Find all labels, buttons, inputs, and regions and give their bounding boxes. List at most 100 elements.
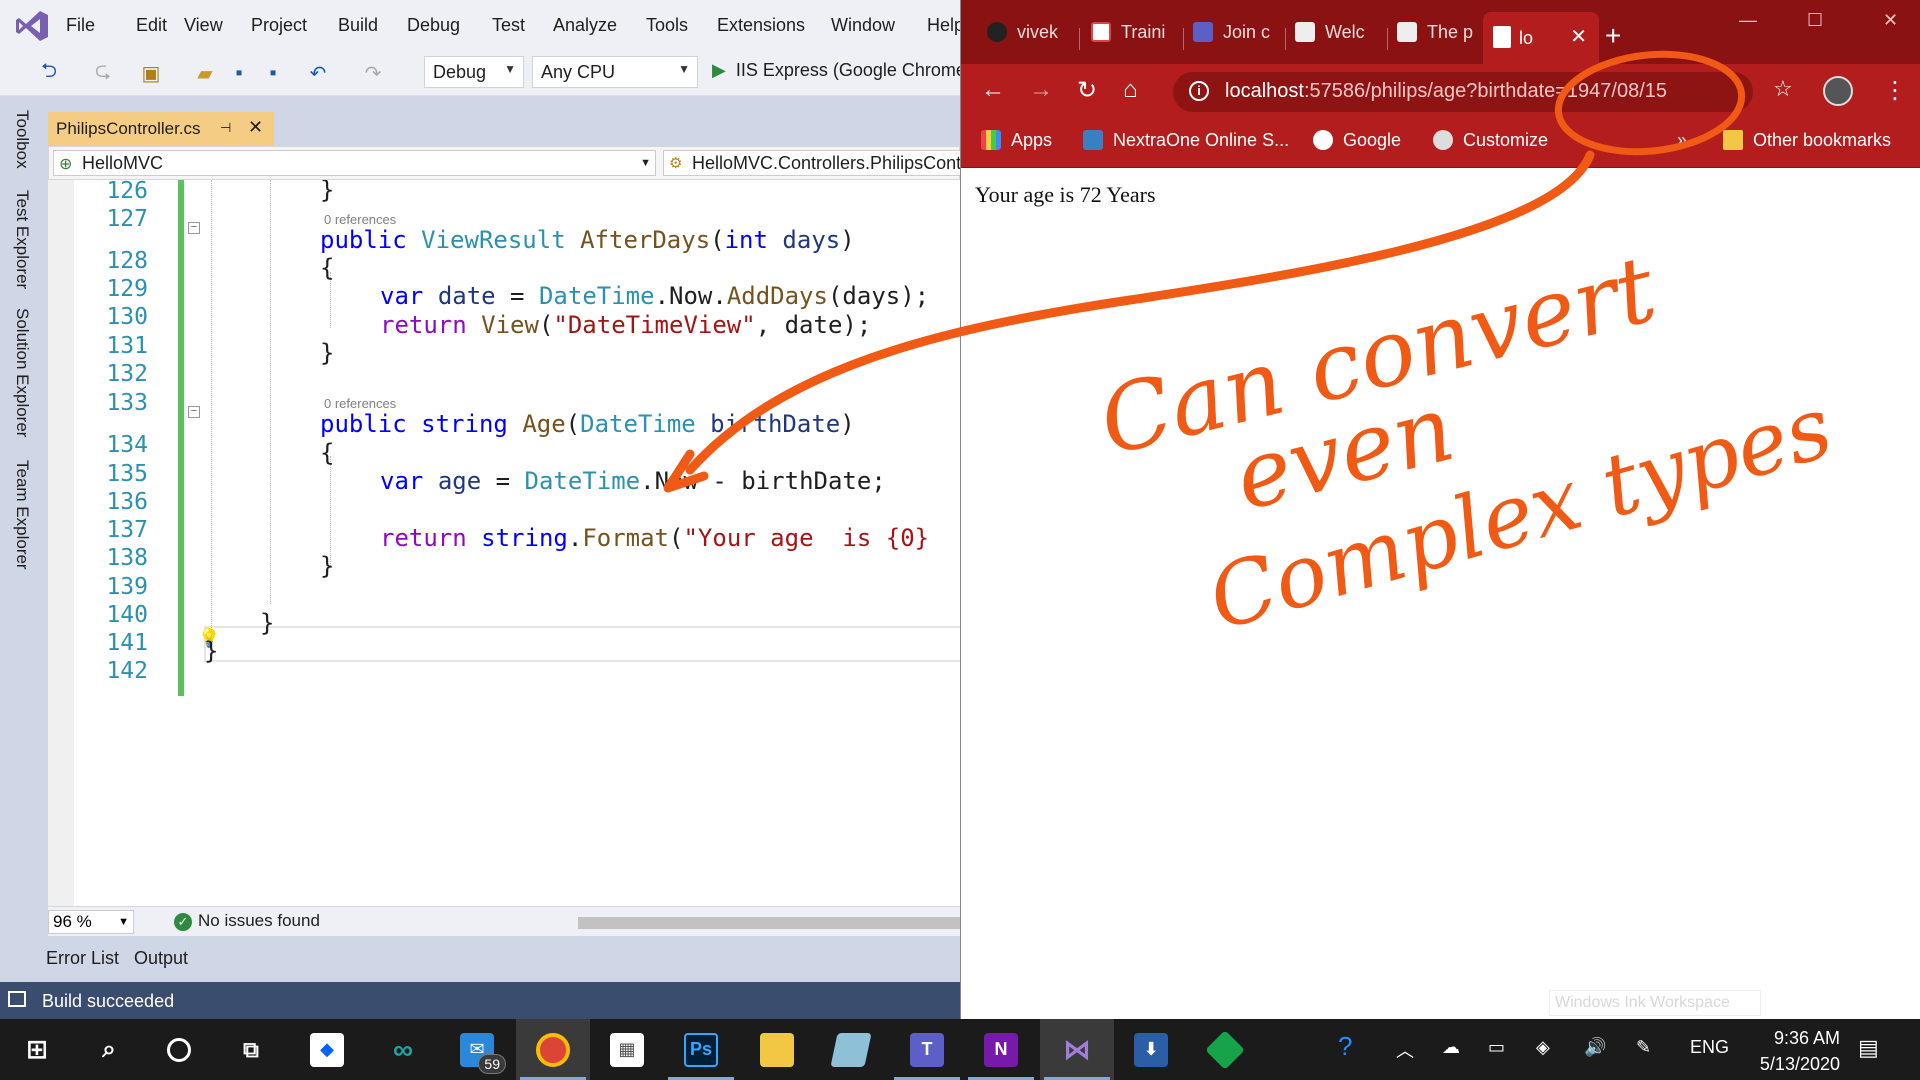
tab-the[interactable]: The p (1393, 22, 1479, 54)
bookmark-google[interactable]: Google (1313, 130, 1401, 151)
new-project-icon[interactable]: ▣ (138, 60, 164, 86)
search-button[interactable]: ⌕ (72, 1019, 146, 1080)
menu-extensions[interactable]: Extensions (717, 15, 805, 36)
menu-window[interactable]: Window (831, 15, 895, 36)
info-icon[interactable]: i (1189, 81, 1209, 101)
close-tab-icon[interactable]: ✕ (1570, 24, 1587, 49)
document-icon (1397, 22, 1417, 42)
taskbar-teams[interactable]: T (890, 1019, 964, 1080)
menu-help[interactable]: Help (927, 15, 964, 36)
close-window-icon[interactable]: ✕ (1883, 10, 1898, 31)
tray-overflow-icon[interactable]: ︿ (1396, 1037, 1414, 1063)
taskbar-mail[interactable]: ✉ 59 (440, 1019, 514, 1080)
tab-github[interactable]: vivek (983, 22, 1073, 54)
tab-gmail[interactable]: Traini (1087, 22, 1177, 54)
side-tab-team-explorer[interactable]: Team Explorer (12, 460, 32, 570)
windows-logo-icon: ⊞ (26, 1034, 48, 1064)
taskbar-store[interactable]: ▦ (590, 1019, 664, 1080)
taskbar-explorer[interactable] (740, 1019, 814, 1080)
menu-build[interactable]: Build (338, 15, 378, 36)
redo-icon[interactable]: ↷ (360, 60, 386, 86)
bookmark-customize[interactable]: Customize (1433, 130, 1548, 151)
windows-ink-workspace-label[interactable]: Windows Ink Workspace (1549, 990, 1761, 1016)
bookmark-nextraone[interactable]: NextraOne Online S... (1083, 130, 1289, 151)
menu-project[interactable]: Project (251, 15, 307, 36)
cortana-button[interactable] (142, 1019, 216, 1080)
home-icon[interactable]: ⌂ (1123, 76, 1138, 104)
menu-file[interactable]: File (66, 15, 95, 36)
solution-config-dropdown[interactable]: Debug ▼ (424, 56, 524, 88)
profile-avatar[interactable] (1823, 76, 1853, 106)
taskbar-app[interactable] (814, 1019, 888, 1080)
platform-dropdown[interactable]: Any CPU ▼ (532, 56, 698, 88)
menu-debug[interactable]: Debug (407, 15, 460, 36)
new-tab-icon[interactable]: + (1605, 20, 1621, 52)
start-button[interactable]: ⊞ (0, 1019, 74, 1080)
more-menu-icon[interactable]: ⋮ (1883, 76, 1907, 105)
side-tab-test-explorer[interactable]: Test Explorer (12, 190, 32, 289)
star-bookmark-icon[interactable]: ☆ (1773, 76, 1793, 102)
task-view-button[interactable]: ⧉ (214, 1019, 288, 1080)
tab-welcome[interactable]: Welc (1291, 22, 1381, 54)
tab-teams[interactable]: Join c (1189, 22, 1279, 54)
collapse-icon[interactable]: − (188, 222, 200, 234)
side-tab-toolbox[interactable]: Toolbox (12, 110, 32, 169)
help-icon[interactable]: ? (1338, 1031, 1352, 1062)
menu-test[interactable]: Test (492, 15, 525, 36)
pin-icon[interactable]: ⊣ (220, 120, 231, 136)
taskbar-vs-installer[interactable]: ⬇ (1114, 1019, 1188, 1080)
class-dropdown[interactable]: ⚙ HelloMVC.Controllers.PhilipsContro (663, 150, 963, 176)
battery-icon[interactable]: ▭ (1488, 1037, 1505, 1058)
back-arrow-icon[interactable]: ← (981, 76, 1005, 104)
codelens-references[interactable]: 0 references (324, 396, 396, 411)
horizontal-scrollbar[interactable] (578, 917, 960, 929)
taskbar-visual-studio[interactable]: ⋈ (1040, 1019, 1114, 1080)
taskbar-arduino[interactable]: ∞ (366, 1019, 440, 1080)
tab-error-list[interactable]: Error List (46, 948, 119, 969)
action-center-icon[interactable]: ▤ (1858, 1035, 1879, 1061)
code-editor[interactable]: 💡 126 127 128 129 130 131 132 133 134 13… (48, 180, 960, 906)
bookmark-apps[interactable]: Apps (981, 130, 1052, 151)
forward-arrow-icon[interactable]: → (1029, 76, 1053, 104)
forward-icon[interactable]: ⮎ (90, 60, 116, 86)
tab-localhost-active[interactable]: lo ✕ (1483, 12, 1599, 64)
reload-icon[interactable]: ↻ (1077, 76, 1097, 105)
dropbox-tray-icon[interactable]: ◈ (1536, 1037, 1550, 1058)
menu-view[interactable]: View (184, 15, 223, 36)
language-indicator[interactable]: ENG (1690, 1037, 1729, 1058)
onedrive-icon[interactable]: ☁ (1442, 1037, 1460, 1058)
undo-icon[interactable]: ↶ (305, 60, 331, 86)
taskbar-app-green[interactable] (1188, 1019, 1262, 1080)
run-button[interactable]: ▶ IIS Express (Google Chrome (712, 60, 966, 81)
issues-indicator[interactable]: ✓ No issues found (174, 911, 320, 931)
zoom-dropdown[interactable]: 96 % ▼ (48, 910, 134, 934)
address-bar[interactable]: i localhost:57586/philips/age?birthdate=… (1173, 72, 1753, 112)
taskbar-dropbox[interactable]: ◆ (290, 1019, 364, 1080)
taskbar-chrome[interactable] (516, 1019, 590, 1080)
side-tool-strip: Toolbox Test Explorer Solution Explorer … (0, 96, 48, 951)
file-tab-philips-controller[interactable]: PhilipsController.cs ⊣ ✕ (48, 112, 274, 146)
system-clock[interactable]: 9:36 AM 5/13/2020 (1740, 1025, 1840, 1077)
project-dropdown[interactable]: ⊕ HelloMVC ▼ (53, 150, 656, 176)
save-icon[interactable]: ▪ (226, 60, 252, 86)
pen-icon[interactable]: ✎ (1636, 1037, 1651, 1058)
taskbar-photoshop[interactable]: Ps (664, 1019, 738, 1080)
menu-edit[interactable]: Edit (136, 15, 167, 36)
menu-tools[interactable]: Tools (646, 15, 688, 36)
maximize-icon[interactable]: ☐ (1807, 10, 1823, 31)
side-tab-solution-explorer[interactable]: Solution Explorer (12, 308, 32, 437)
close-icon[interactable]: ✕ (248, 117, 263, 138)
minimize-icon[interactable]: — (1739, 10, 1757, 31)
back-icon[interactable]: ⮌ (36, 60, 62, 86)
open-folder-icon[interactable]: ▰ (192, 60, 218, 86)
volume-icon[interactable]: 🔊 (1584, 1037, 1606, 1058)
collapse-icon[interactable]: − (188, 406, 200, 418)
menu-analyze[interactable]: Analyze (553, 15, 617, 36)
bookmarks-overflow[interactable]: » (1677, 130, 1687, 151)
taskbar-onenote[interactable]: N (964, 1019, 1038, 1080)
codelens-references[interactable]: 0 references (324, 212, 396, 227)
tab-output[interactable]: Output (134, 948, 188, 969)
teams-icon (1193, 22, 1213, 42)
save-all-icon[interactable]: ▪ (260, 60, 286, 86)
bookmark-other[interactable]: Other bookmarks (1723, 130, 1891, 151)
